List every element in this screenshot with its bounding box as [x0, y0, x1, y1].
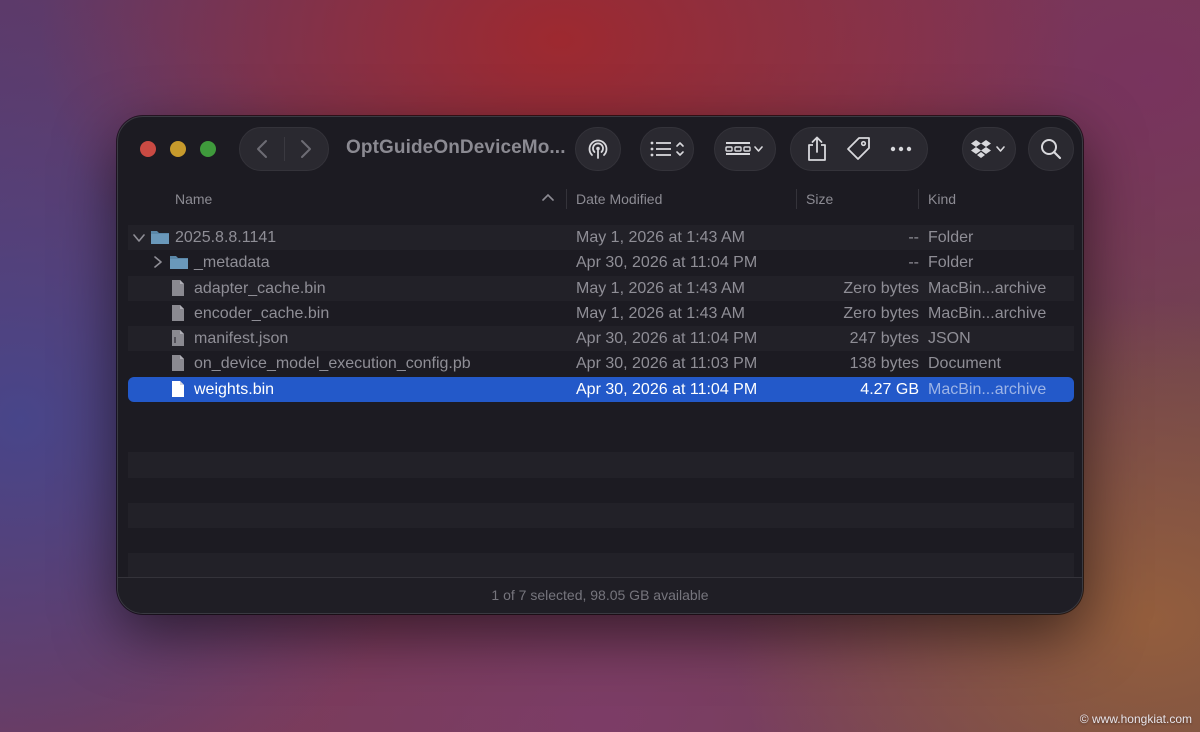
- dropbox-icon: [971, 140, 1005, 158]
- airdrop-icon: [588, 139, 608, 159]
- empty-rows: [128, 427, 1074, 579]
- forward-button[interactable]: [284, 127, 328, 171]
- file-kind: MacBin...archive: [928, 380, 1047, 398]
- file-size: Zero bytes: [843, 304, 919, 322]
- file-size: 138 bytes: [849, 355, 919, 373]
- file-date: May 1, 2026 at 1:43 AM: [576, 279, 745, 297]
- file-name: _metadata: [194, 254, 270, 272]
- share-icon: [808, 136, 826, 161]
- file-date: Apr 30, 2026 at 11:04 PM: [576, 330, 758, 348]
- file-name: weights.bin: [194, 380, 275, 398]
- column-header-row: Name Date Modified Size Kind: [118, 183, 1082, 215]
- document-icon: [172, 304, 184, 321]
- file-row-2025.8.8.1141[interactable]: 2025.8.8.1141 May 1, 2026 at 1:43 AM -- …: [128, 225, 1074, 251]
- column-divider[interactable]: [796, 189, 797, 209]
- window-title: OptGuideOnDeviceMo...: [346, 137, 566, 158]
- json-file-icon: [172, 330, 184, 347]
- folder-icon: [170, 256, 188, 270]
- column-header-date[interactable]: Date Modified: [576, 191, 662, 207]
- document-icon: [172, 355, 184, 372]
- search-icon: [1041, 139, 1062, 160]
- group-icon: [725, 142, 763, 155]
- more-button[interactable]: [890, 146, 912, 152]
- file-size: 247 bytes: [849, 330, 919, 348]
- document-icon: [172, 279, 184, 296]
- column-divider[interactable]: [918, 189, 919, 209]
- watermark: © www.hongkiat.com: [1079, 712, 1192, 726]
- airdrop-button[interactable]: [575, 127, 621, 171]
- toolbar: OptGuideOnDeviceMo...: [118, 117, 1082, 181]
- file-row-manifest[interactable]: manifest.json Apr 30, 2026 at 11:04 PM 2…: [128, 326, 1074, 352]
- more-icon: [890, 146, 912, 152]
- file-date: Apr 30, 2026 at 11:03 PM: [576, 355, 758, 373]
- file-row-config-pb[interactable]: on_device_model_execution_config.pb Apr …: [128, 351, 1074, 376]
- file-kind: Folder: [928, 229, 974, 246]
- back-button[interactable]: [240, 127, 284, 171]
- list-view-icon: [650, 141, 684, 157]
- file-name: on_device_model_execution_config.pb: [194, 355, 471, 373]
- tag-icon: [847, 137, 870, 160]
- file-name: manifest.json: [194, 330, 289, 348]
- actions-group: [790, 127, 928, 171]
- group-button[interactable]: [714, 127, 776, 171]
- file-size: Zero bytes: [843, 279, 919, 297]
- view-options-button[interactable]: [640, 127, 694, 171]
- file-name: 2025.8.8.1141: [175, 229, 277, 246]
- file-kind: MacBin...archive: [928, 279, 1047, 297]
- file-kind: Document: [928, 355, 1001, 373]
- search-button[interactable]: [1028, 127, 1074, 171]
- chevron-right-icon: [301, 140, 312, 158]
- file-size: 4.27 GB: [860, 380, 919, 398]
- file-date: May 1, 2026 at 1:43 AM: [576, 304, 745, 322]
- file-list: 2025.8.8.1141 May 1, 2026 at 1:43 AM -- …: [128, 225, 1074, 403]
- column-divider[interactable]: [566, 189, 567, 209]
- file-row-encoder-cache[interactable]: encoder_cache.bin May 1, 2026 at 1:43 AM…: [128, 301, 1074, 326]
- column-header-size[interactable]: Size: [806, 191, 833, 207]
- chevron-left-icon: [256, 140, 267, 158]
- minimize-button[interactable]: [170, 141, 186, 157]
- finder-window: OptGuideOnDeviceMo... Name Date Modified…: [117, 116, 1083, 614]
- sort-ascending-icon: [542, 193, 554, 201]
- column-header-kind[interactable]: Kind: [928, 191, 956, 207]
- file-kind: MacBin...archive: [928, 304, 1047, 322]
- navigation-group: [239, 127, 329, 171]
- document-icon: [172, 380, 184, 397]
- file-row-adapter-cache[interactable]: adapter_cache.bin May 1, 2026 at 1:43 AM…: [128, 275, 1074, 301]
- file-size: --: [908, 254, 919, 272]
- share-button[interactable]: [806, 136, 828, 162]
- dropbox-button[interactable]: [962, 127, 1016, 171]
- file-kind: JSON: [928, 330, 971, 348]
- zoom-button[interactable]: [200, 141, 216, 157]
- folder-icon: [151, 231, 169, 244]
- file-kind: Folder: [928, 254, 974, 272]
- tag-button[interactable]: [846, 136, 872, 162]
- file-date: Apr 30, 2026 at 11:04 PM: [576, 380, 758, 398]
- close-button[interactable]: [140, 141, 156, 157]
- file-date: May 1, 2026 at 1:43 AM: [576, 229, 745, 246]
- file-name: encoder_cache.bin: [194, 304, 330, 322]
- file-size: --: [908, 229, 919, 246]
- file-date: Apr 30, 2026 at 11:04 PM: [576, 254, 758, 272]
- disclosure-expanded-icon[interactable]: [133, 233, 145, 243]
- file-name: adapter_cache.bin: [194, 279, 326, 297]
- file-row-metadata[interactable]: _metadata Apr 30, 2026 at 11:04 PM -- Fo…: [128, 250, 1074, 275]
- status-bar: 1 of 7 selected, 98.05 GB available: [118, 577, 1082, 613]
- column-header-name[interactable]: Name: [175, 191, 212, 207]
- file-row-weights-selected[interactable]: weights.bin Apr 30, 2026 at 11:04 PM 4.2…: [128, 376, 1074, 403]
- disclosure-collapsed-icon[interactable]: [153, 256, 163, 269]
